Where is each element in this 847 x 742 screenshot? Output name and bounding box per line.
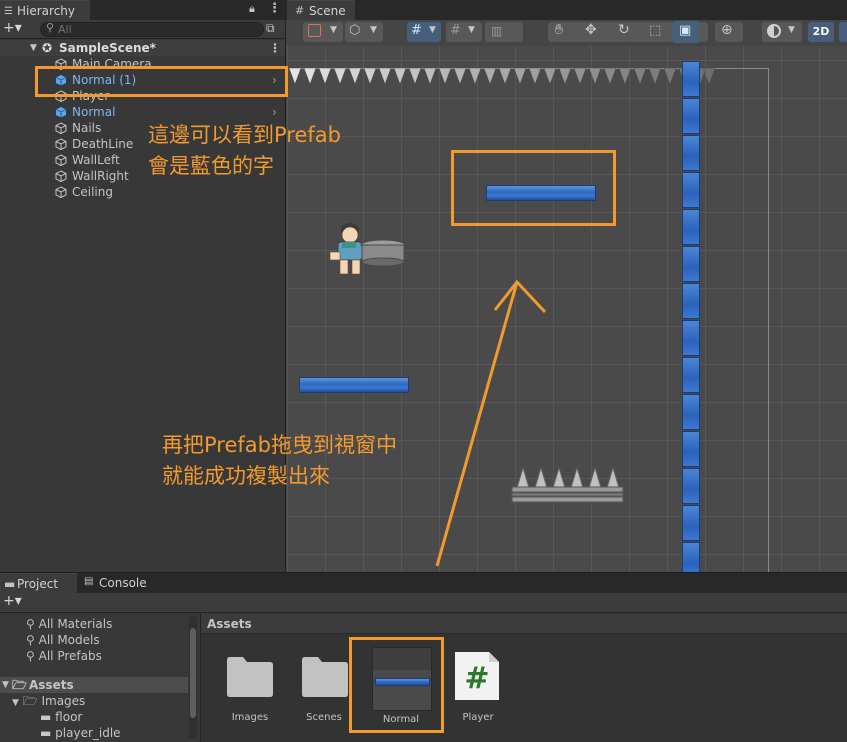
scale-tool-icon[interactable]: ⬚ [649, 23, 661, 38]
gameobject-cube-icon [55, 170, 67, 182]
chevron-down-icon: ▼ [330, 25, 337, 35]
grid-snap-button[interactable]: # ▼ [407, 22, 441, 42]
highlight-hierarchy-normal-1 [35, 66, 288, 97]
highlight-normal-prefab [349, 637, 444, 733]
asset-player-script[interactable]: # Player [443, 650, 513, 730]
hierarchy-toolbar: +▾ ⚲ All ⧉ [0, 20, 285, 39]
scene-visibility-icon[interactable]: ⧉ [266, 21, 275, 36]
draw-mode-button[interactable]: ▼ [303, 22, 343, 42]
search-icon: ⚲ [26, 649, 35, 663]
grid-icon: # [411, 23, 422, 38]
scene-viewport[interactable] [287, 46, 847, 572]
annotation-note-2: 再把Prefab拖曳到視窗中 就能成功複製出來 [162, 433, 397, 488]
cube-icon: ⬡ [349, 23, 361, 38]
chevron-right-icon[interactable]: › [272, 104, 277, 120]
shaded-sphere-icon [767, 24, 781, 38]
hierarchy-item-normal[interactable]: Normal › [0, 104, 285, 120]
chevron-down-icon: ▼ [788, 25, 795, 35]
platform-normal[interactable] [299, 377, 409, 393]
tab-project[interactable]: ▬ Project [0, 573, 77, 593]
folder-icon: ▬ [40, 726, 52, 740]
transform-tools: ✋︎ ✥ ↻ ⬚ ▣ [548, 21, 708, 43]
chevron-down-icon: ▼ [370, 25, 377, 35]
folder-icon: ▬ [4, 577, 16, 591]
tab-scene[interactable]: # Scene [287, 0, 355, 20]
annotation-arrow [435, 279, 547, 567]
transform-all-button[interactable]: ⊕ [715, 22, 743, 42]
film-strip-icon: ▥ [491, 24, 503, 38]
prefab-cube-icon [55, 107, 67, 118]
folder-icon: ▬ [40, 710, 52, 724]
scene-menu-icon[interactable]: ⋮ [269, 40, 281, 56]
chevron-down-icon[interactable]: ▼ [30, 40, 37, 56]
wall-right [682, 61, 700, 572]
tree-player-idle[interactable]: ▬ player_idle [40, 725, 121, 741]
folder-open-icon: 🗁 [22, 694, 38, 708]
search-icon: ⚲ [46, 21, 55, 34]
tree-assets[interactable]: ▼ 🗁 Assets [0, 677, 188, 693]
chevron-down-icon: ▼ [429, 25, 436, 35]
gameobject-cube-icon [55, 154, 67, 166]
chevron-down-icon: ▼ [468, 25, 475, 35]
favorite-all-models[interactable]: ⚲ All Models [26, 632, 100, 648]
folder-icon [227, 657, 273, 697]
csharp-script-icon: # [455, 652, 499, 700]
svg-text:#: # [464, 661, 489, 696]
asset-images-folder[interactable]: Images [215, 650, 285, 730]
asset-grid: Assets Images Scenes Normal # Player [200, 614, 847, 742]
scene-tabbar: # Scene [286, 0, 847, 20]
audio-effects-button[interactable]: ▥ [485, 22, 523, 42]
rect-tool-icon[interactable]: ▣ [679, 23, 691, 38]
list-icon: ☰ [4, 6, 13, 17]
folder-icon [302, 657, 348, 697]
gameobject-cube-icon [55, 186, 67, 198]
rotate-tool-icon[interactable]: ↻ [618, 22, 630, 38]
folder-open-icon: 🗁 [12, 678, 27, 692]
tab-hierarchy[interactable]: ☰ Hierarchy [0, 0, 90, 20]
favorite-all-materials[interactable]: ⚲ All Materials [26, 616, 112, 632]
search-icon: ⚲ [26, 617, 35, 631]
gameobject-cube-icon [55, 138, 67, 150]
hash-icon: # [295, 4, 305, 17]
move-tool-icon[interactable]: ✥ [585, 22, 597, 38]
toggle-2d-button[interactable]: 2D [808, 22, 834, 42]
scene-row[interactable]: ▼ ✪ SampleScene* ⋮ [0, 40, 285, 56]
highlight-scene-platform [451, 150, 616, 226]
scene-extra-button[interactable] [839, 22, 847, 42]
scene-name: SampleScene* [59, 41, 156, 55]
tree-images[interactable]: ▼ 🗁 Images [12, 693, 85, 709]
gizmo-2d-button[interactable]: ⬡ ▼ [345, 22, 383, 42]
project-tabbar: ▬ Project ▤ Console [0, 573, 847, 593]
annotation-note-1: 這邊可以看到Prefab 會是藍色的字 [148, 123, 341, 178]
shading-icon [308, 24, 321, 37]
project-toolbar: +▾ [0, 593, 847, 613]
kebab-menu-icon[interactable]: ⋮ [268, 1, 281, 16]
visibility-button[interactable]: ▼ [762, 22, 802, 42]
increment-snap-button[interactable]: # ▼ [446, 22, 482, 42]
gameobject-cube-icon [55, 122, 67, 134]
console-icon: ▤ [84, 576, 94, 587]
breadcrumb: Assets [201, 614, 847, 634]
lock-icon[interactable]: 🔒︎ [249, 2, 255, 16]
transform-all-icon: ⊕ [721, 22, 733, 38]
hand-tool-icon[interactable]: ✋︎ [555, 22, 563, 38]
chevron-down-icon: ▼ [2, 680, 9, 690]
hierarchy-tabbar: ☰ Hierarchy 🔒︎ ⋮ [0, 0, 285, 20]
tree-scrollbar[interactable] [189, 616, 197, 738]
search-icon: ⚲ [26, 633, 35, 647]
player-sprite[interactable] [325, 220, 407, 282]
create-button[interactable]: +▾ [3, 593, 22, 609]
snap-grid-icon: # [450, 23, 461, 38]
hierarchy-item-ceiling[interactable]: Ceiling [0, 184, 285, 200]
ceiling-spikes [288, 68, 716, 85]
project-tree: ⚲ All Materials ⚲ All Models ⚲ All Prefa… [0, 614, 197, 742]
chevron-down-icon: ▼ [12, 698, 19, 708]
search-input[interactable]: ⚲ All [40, 21, 264, 37]
unity-scene-icon: ✪ [42, 41, 53, 55]
add-button[interactable]: +▾ [3, 20, 22, 36]
favorite-all-prefabs[interactable]: ⚲ All Prefabs [26, 648, 102, 664]
tab-console[interactable]: ▤ Console [79, 573, 159, 593]
tree-floor[interactable]: ▬ floor [40, 709, 82, 725]
